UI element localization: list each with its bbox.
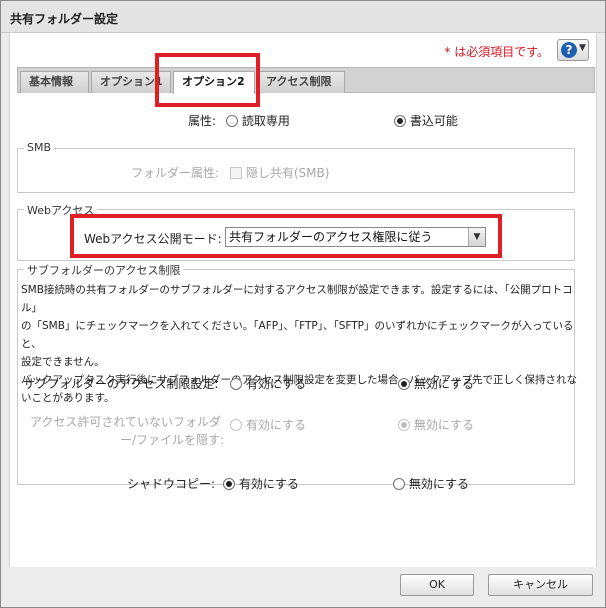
help-icon: ? xyxy=(561,42,577,58)
restrict-disable-option[interactable]: 無効にする xyxy=(398,375,474,392)
dialog-content: * は必須項目です。 ? ▼ 基本情報 オプション1 オプション2 アクセス制限… xyxy=(9,33,597,567)
highlight-box-web-access-mode xyxy=(70,214,502,258)
dialog-footer: OK キャンセル xyxy=(1,567,605,607)
radio-label: 書込可能 xyxy=(409,114,458,128)
dialog-titlebar: 共有フォルダー設定 xyxy=(1,1,605,33)
subfolder-legend: サブフォルダーのアクセス制限 xyxy=(24,262,184,278)
tab-basic-info[interactable]: 基本情報 xyxy=(20,71,89,93)
hide-unpermitted-label-line1: アクセス許可されていないフォルダ xyxy=(30,415,222,429)
tab-label: 基本情報 xyxy=(29,75,73,88)
highlight-box-option2-tab xyxy=(155,53,260,107)
chevron-down-icon: ▼ xyxy=(579,43,586,53)
tab-access-restriction[interactable]: アクセス制限 xyxy=(257,71,345,93)
hide-enable-option[interactable]: 有効にする xyxy=(230,416,306,433)
description-line: SMB接続時の共有フォルダーのサブフォルダーに対するアクセス制限が設定できます。… xyxy=(21,284,573,314)
attribute-writable-option[interactable]: 書込可能 xyxy=(394,112,458,129)
tab-label: アクセス制限 xyxy=(266,75,332,88)
radio-label: 読取専用 xyxy=(241,114,290,128)
radio-shadow-disable[interactable] xyxy=(393,478,405,490)
hide-unpermitted-label-line2: ー/ファイルを隠す: xyxy=(120,433,225,447)
attribute-label: 属性: xyxy=(188,114,217,128)
shadow-copy-label: シャドウコピー: xyxy=(127,477,216,491)
shadow-enable-option[interactable]: 有効にする xyxy=(223,475,299,492)
dialog-title: 共有フォルダー設定 xyxy=(10,12,119,26)
cancel-button[interactable]: キャンセル xyxy=(488,574,593,596)
required-note: * は必須項目です。 xyxy=(444,45,549,59)
restrict-enable-option[interactable]: 有効にする xyxy=(230,375,306,392)
ok-button[interactable]: OK xyxy=(400,574,474,596)
radio-label: 無効にする xyxy=(408,477,469,491)
radio-shadow-enable[interactable] xyxy=(223,478,235,490)
radio-label: 有効にする xyxy=(245,418,306,432)
hidden-share-checkbox[interactable] xyxy=(230,167,242,179)
radio-restrict-enable[interactable] xyxy=(230,378,242,390)
checkbox-label: 隠し共有(SMB) xyxy=(245,166,330,180)
smb-legend: SMB xyxy=(24,141,55,154)
radio-readonly[interactable] xyxy=(226,115,238,127)
shadow-disable-option[interactable]: 無効にする xyxy=(393,475,469,492)
radio-restrict-disable[interactable] xyxy=(398,378,410,390)
description-line: 設定できません。 xyxy=(21,356,105,368)
attribute-readonly-option[interactable]: 読取専用 xyxy=(226,112,290,129)
help-button[interactable]: ? ▼ xyxy=(557,39,589,61)
radio-hide-enable[interactable] xyxy=(230,419,242,431)
folder-attribute-label: フォルダー属性: xyxy=(131,166,220,180)
radio-writable[interactable] xyxy=(394,115,406,127)
description-line: の「SMB」にチェックマークを入れてください。「AFP」、「FTP」、「SFTP… xyxy=(21,320,574,350)
shared-folder-settings-dialog: 共有フォルダー設定 * は必須項目です。 ? ▼ 基本情報 オプション1 オプシ… xyxy=(0,0,606,608)
radio-label: 無効にする xyxy=(413,377,474,391)
radio-label: 無効にする xyxy=(413,418,474,432)
tab-label: オプション1 xyxy=(100,75,163,88)
radio-label: 有効にする xyxy=(238,477,299,491)
hidden-share-option[interactable]: 隠し共有(SMB) xyxy=(230,164,329,181)
hide-disable-option[interactable]: 無効にする xyxy=(398,416,474,433)
radio-label: 有効にする xyxy=(245,377,306,391)
radio-hide-disable[interactable] xyxy=(398,419,410,431)
tab-strip: 基本情報 オプション1 オプション2 アクセス制限 xyxy=(17,67,595,94)
subfolder-restrict-label: サブフォルダーのアクセス制限設定: xyxy=(23,377,219,391)
